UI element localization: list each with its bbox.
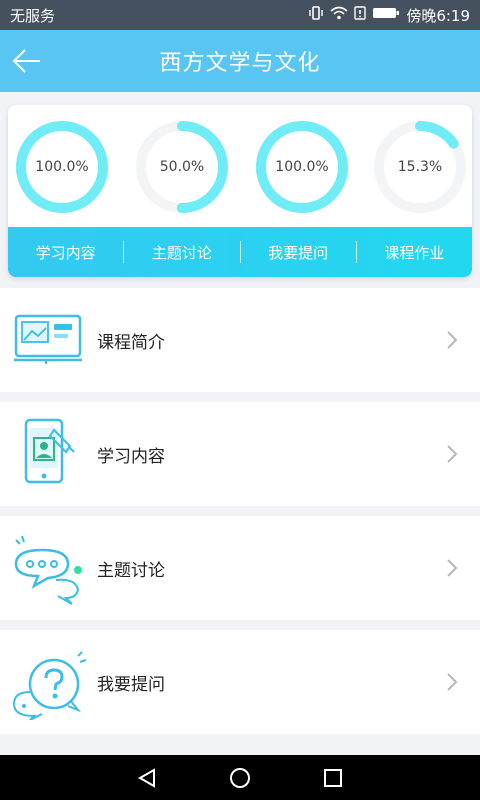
ring-percent-label: 100.0% (35, 159, 89, 175)
list-item-label: 我要提问 (97, 674, 165, 695)
battery-icon (372, 6, 400, 24)
list-item-ask-question[interactable]: 我要提问 (0, 630, 480, 734)
tab-study-content[interactable]: 学习内容 (8, 242, 123, 263)
tab-course-homework[interactable]: 课程作业 (357, 242, 472, 263)
list-item-label: 主题讨论 (97, 560, 165, 581)
chevron-right-icon (447, 673, 458, 691)
chevron-right-icon (447, 331, 458, 349)
list-item-topic-discussion[interactable]: 主题讨论 (0, 516, 480, 620)
ring-percent-label: 50.0% (159, 159, 205, 175)
chevron-right-icon (447, 445, 458, 463)
chevron-right-icon (447, 559, 458, 577)
wifi-icon (330, 6, 348, 24)
back-button[interactable] (10, 44, 44, 78)
progress-tab-strip: 学习内容 主题讨论 我要提问 课程作业 (8, 227, 472, 277)
system-nav-bar (0, 755, 480, 800)
question-bubble-icon (12, 651, 87, 720)
nav-recents-button[interactable] (318, 763, 348, 793)
status-icons: 傍晚6:19 (308, 5, 470, 26)
list-item-label: 课程简介 (97, 332, 165, 353)
tab-ask-question[interactable]: 我要提问 (241, 242, 356, 263)
recents-square-icon (324, 768, 343, 787)
presentation-board-icon (14, 314, 82, 364)
home-circle-icon (229, 767, 250, 788)
list-item-study-content[interactable]: 学习内容 (0, 402, 480, 506)
carrier-text: 无服务 (10, 6, 56, 25)
clock-text: 傍晚6:19 (406, 6, 470, 25)
progress-ring-homework[interactable]: 15.3% (372, 119, 468, 215)
arrow-left-icon (12, 49, 40, 73)
progress-card: 100.0% 50.0% 100.0% 15.3% 学习内容 主题讨论 我要提问… (8, 105, 472, 277)
chat-bubbles-icon (14, 535, 82, 605)
app-header: 西方文学与文化 (0, 30, 480, 92)
progress-ring-question[interactable]: 100.0% (254, 119, 350, 215)
page-title: 西方文学与文化 (159, 51, 321, 76)
progress-ring-study[interactable]: 100.0% (14, 119, 110, 215)
list-item-course-intro[interactable]: 课程简介 (0, 288, 480, 392)
nav-back-button[interactable] (132, 763, 162, 793)
ring-percent-label: 100.0% (275, 159, 329, 175)
mobile-learning-icon (24, 418, 75, 484)
progress-rings: 100.0% 50.0% 100.0% 15.3% (8, 105, 472, 225)
status-bar: 无服务 傍晚6:19 (0, 0, 480, 30)
vibrate-icon (308, 6, 324, 24)
back-triangle-icon (137, 767, 155, 788)
tab-topic-discussion[interactable]: 主题讨论 (124, 242, 239, 263)
ring-percent-label: 15.3% (397, 159, 443, 175)
list-item-label: 学习内容 (97, 446, 165, 467)
progress-ring-discussion[interactable]: 50.0% (134, 119, 230, 215)
sim-alert-icon (354, 6, 367, 24)
nav-home-button[interactable] (225, 763, 255, 793)
